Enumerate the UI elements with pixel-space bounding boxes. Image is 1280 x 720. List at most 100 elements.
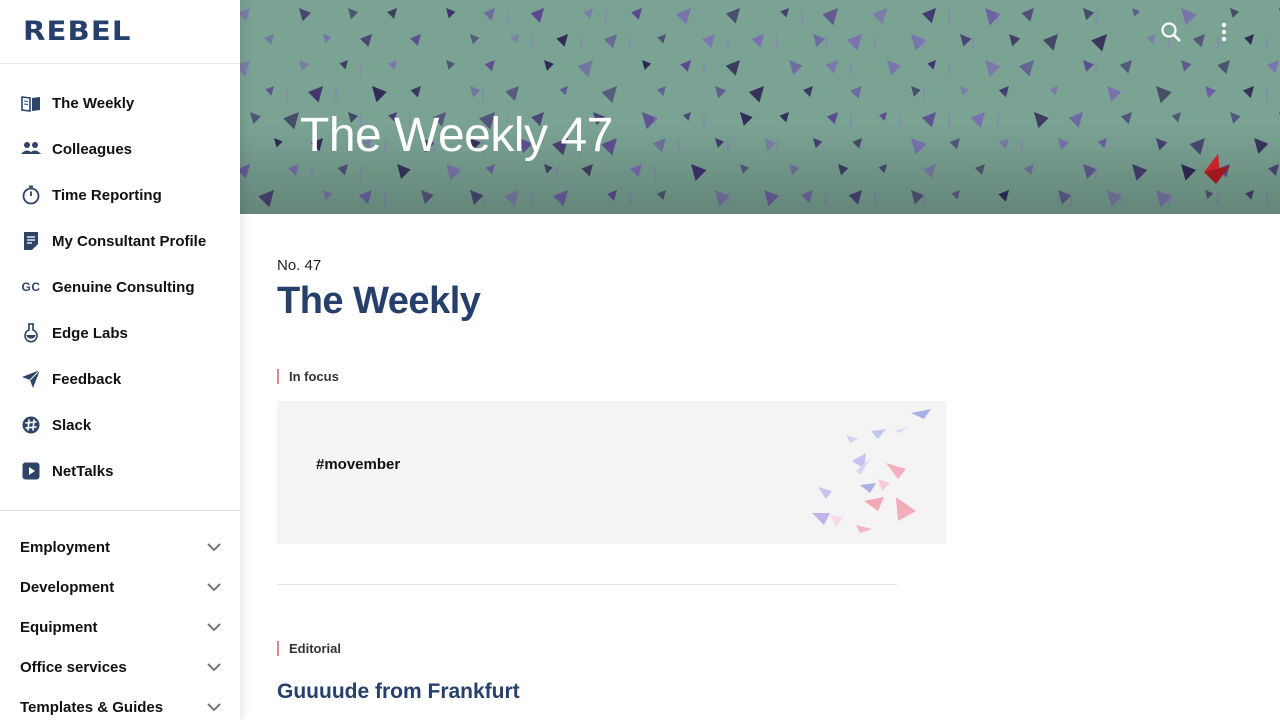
pattern-bird [1042, 34, 1058, 51]
pattern-stick [1266, 88, 1268, 102]
sidebar-group-label: Office services [20, 658, 127, 676]
sidebar-item-my-consultant-profile[interactable]: My Consultant Profile [0, 218, 240, 264]
pattern-stick [482, 88, 484, 102]
pattern-bird [1230, 8, 1240, 18]
pattern-bird [1132, 8, 1141, 17]
sidebar-group-development[interactable]: Development [0, 567, 240, 607]
pattern-bird [779, 112, 789, 123]
pattern-bird [725, 60, 740, 76]
pattern-bird [250, 112, 262, 125]
sidebar-group-office-services[interactable]: Office services [0, 647, 240, 687]
pattern-bird [1049, 86, 1058, 96]
pattern-bird [1021, 8, 1034, 22]
pattern-bird [789, 60, 803, 76]
header-title: The Weekly 47 [300, 109, 613, 162]
pattern-bird [1192, 34, 1205, 48]
paper-birds-illustration [812, 409, 931, 533]
pattern-bird [510, 34, 519, 44]
sidebar-group-employment[interactable]: Employment [0, 527, 240, 567]
in-focus-card[interactable]: #movember [277, 401, 946, 544]
pattern-bird [656, 86, 666, 97]
pattern-bird [577, 60, 593, 78]
article-title-link[interactable]: Guuuude from Frankfurt [277, 680, 520, 704]
pattern-bird [544, 60, 554, 71]
pattern-bird [960, 34, 972, 47]
pattern-bird [1217, 60, 1230, 74]
chevron-down-icon [207, 703, 221, 712]
header-banner: The Weekly 47 [240, 0, 1280, 214]
focus-card-tag: #movember [316, 456, 401, 473]
pattern-bird [751, 34, 764, 48]
pattern-bird [1244, 34, 1254, 45]
sidebar-item-label: Genuine Consulting [52, 278, 195, 296]
pattern-bird [780, 8, 789, 18]
pattern-bird [680, 60, 691, 72]
search-button[interactable] [1157, 18, 1185, 46]
pattern-stick [703, 62, 705, 76]
pattern-bird [960, 86, 969, 96]
sidebar-item-time-reporting[interactable]: Time Reporting [0, 172, 240, 218]
pattern-bird [1120, 112, 1132, 125]
pattern-stick [1266, 36, 1268, 50]
pattern-stick [801, 10, 803, 24]
pattern-stick [629, 36, 631, 50]
pattern-bird [682, 112, 691, 121]
paper-plane-icon [21, 369, 41, 389]
pattern-bird [323, 34, 332, 43]
pattern-bird [559, 86, 568, 96]
pattern-bird [348, 8, 359, 20]
sidebar-nav: The Weekly Colleagues Time Reporting My … [0, 64, 240, 494]
pattern-stick [972, 36, 974, 50]
pattern-bird [556, 34, 568, 47]
stopwatch-icon [21, 185, 41, 205]
sidebar-item-label: Slack [52, 416, 92, 434]
pattern-bird [911, 86, 921, 97]
pattern-bird [387, 8, 397, 19]
sidebar-item-nettalks[interactable]: NetTalks [0, 448, 240, 494]
pattern-bird [985, 60, 1001, 77]
pattern-bird [826, 112, 838, 125]
sidebar-group-templates-guides[interactable]: Templates & Guides [0, 687, 240, 720]
chevron-down-icon [207, 543, 221, 552]
sidebar-item-genuine-consulting[interactable]: GC Genuine Consulting [0, 264, 240, 310]
sidebar-item-label: Colleagues [52, 140, 133, 158]
pattern-stick [923, 88, 925, 102]
search-icon [1161, 22, 1181, 42]
sidebar-item-colleagues[interactable]: Colleagues [0, 126, 240, 172]
pattern-bird [702, 34, 715, 49]
pattern-stick [997, 10, 999, 24]
pattern-stick [360, 62, 362, 76]
gc-monogram-icon: GC [21, 280, 41, 294]
pattern-bird [748, 86, 764, 103]
more-menu-button[interactable] [1210, 18, 1238, 46]
pattern-bird [802, 86, 813, 98]
pattern-stick [1095, 62, 1097, 76]
sidebar-item-label: NetTalks [52, 462, 114, 480]
pattern-bird [725, 8, 740, 24]
issue-number: No. 47 [277, 257, 322, 274]
pattern-bird [601, 86, 617, 104]
brand-logo[interactable]: REBEL [0, 0, 240, 64]
sidebar-item-slack[interactable]: Slack [0, 402, 240, 448]
sidebar-item-the-weekly[interactable]: The Weekly [0, 80, 240, 126]
pattern-bird [998, 86, 1009, 98]
pattern-stick [948, 62, 950, 76]
pattern-stick [850, 62, 852, 76]
flask-icon [21, 323, 41, 343]
sidebar-item-edge-labs[interactable]: Edge Labs [0, 310, 240, 356]
pattern-bird [887, 60, 901, 76]
pattern-bird [299, 60, 310, 72]
pattern-stick [335, 88, 337, 102]
section-label-editorial: Editorial [277, 641, 341, 656]
pattern-stick [948, 10, 950, 24]
pattern-bird [927, 60, 936, 70]
pattern-bird [1171, 112, 1181, 123]
sidebar-group-equipment[interactable]: Equipment [0, 607, 240, 647]
brand-logo-text: REBEL [23, 16, 132, 47]
more-vertical-icon [1221, 22, 1227, 42]
chevron-down-icon [207, 623, 221, 632]
pattern-bird [1267, 60, 1279, 74]
sidebar-item-feedback[interactable]: Feedback [0, 356, 240, 402]
pattern-bird [1018, 60, 1034, 77]
pattern-bird [470, 86, 481, 98]
